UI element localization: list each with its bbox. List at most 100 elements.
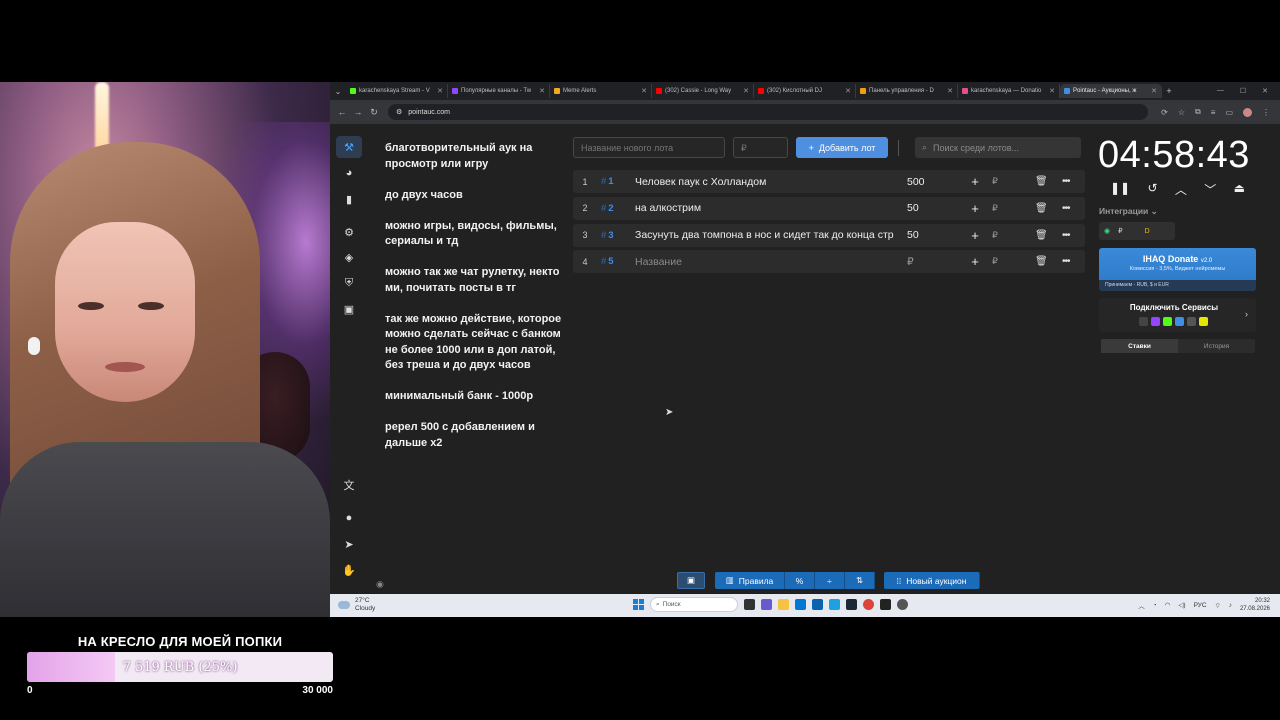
divide-icon[interactable]: ÷ xyxy=(815,572,845,589)
network-icon[interactable]: ◠ xyxy=(1165,601,1171,609)
history-icon[interactable]: ▣ xyxy=(336,298,362,320)
tab-close-icon[interactable]: ✕ xyxy=(845,87,851,95)
lot-name[interactable]: на алкострим xyxy=(635,202,905,214)
more-options-icon[interactable]: ••• xyxy=(1062,230,1070,241)
tab-close-icon[interactable]: ✕ xyxy=(437,87,443,95)
lot-amount[interactable]: 50 xyxy=(905,229,963,241)
github-icon[interactable]: ● xyxy=(336,507,362,529)
donationalerts-icon[interactable]: D xyxy=(1145,228,1150,235)
more-options-icon[interactable]: ••• xyxy=(1062,203,1070,214)
lot-search-input[interactable]: ⌕ Поиск среди лотов... xyxy=(915,137,1081,158)
browser-tab[interactable]: Pointauc - Аукционы, ж ✕ xyxy=(1060,84,1162,98)
shield-icon[interactable]: ⛨ xyxy=(336,272,362,294)
sort-icon[interactable]: ⇅ xyxy=(845,572,875,589)
more-options-icon[interactable]: ••• xyxy=(1062,256,1070,267)
taskbar-clock[interactable]: 20:32 27.08.2026 xyxy=(1240,597,1270,613)
wheel-icon[interactable]: ◕ xyxy=(336,162,362,184)
browser-tab[interactable]: Meme Alerts ✕ xyxy=(550,84,652,98)
ihaq-donate-card[interactable]: IHAQ Donate v2.0 Комиссия - 3,5%, Виджет… xyxy=(1099,248,1256,291)
tab-history[interactable]: История xyxy=(1178,339,1255,353)
speaker-icon[interactable]: ♪ xyxy=(1229,602,1232,609)
reading-list-icon[interactable]: ≡ xyxy=(1211,108,1216,117)
settings-gear-icon[interactable]: ⚙ xyxy=(336,221,362,243)
connect-services-card[interactable]: Подключить Сервисы › xyxy=(1099,298,1256,332)
eye-icon[interactable]: ◉ xyxy=(376,579,384,590)
profile-avatar[interactable] xyxy=(1243,107,1252,117)
wifi-icon[interactable]: ⌔ xyxy=(1215,601,1221,610)
browser-tab[interactable]: Панель управления - D ✕ xyxy=(856,84,958,98)
forward-icon[interactable]: → xyxy=(350,107,366,117)
telegram-icon[interactable]: ➤ xyxy=(336,533,362,555)
browser-tab[interactable]: (302) Cassie - Long Way ✕ xyxy=(652,84,754,98)
time-down-icon[interactable]: ﹀ xyxy=(1204,181,1216,198)
add-amount-icon[interactable]: + xyxy=(965,254,985,269)
layers-icon[interactable]: ◈ xyxy=(336,246,362,268)
browser-menu-icon[interactable]: ⋮ xyxy=(1262,108,1270,117)
taskbar-search[interactable]: ⌕ Поиск xyxy=(650,597,738,612)
lot-name[interactable]: Человек паук с Холландом xyxy=(635,176,905,188)
lot-row[interactable]: 4 #5 Название ₽ + ₽ 🗑 ••• xyxy=(573,250,1085,274)
site-info-icon[interactable]: ⚙ xyxy=(396,108,402,116)
trash-icon[interactable]: 🗑 xyxy=(1035,256,1048,267)
file-explorer-icon[interactable] xyxy=(778,599,789,610)
weather-widget[interactable]: 27°C Cloudy xyxy=(338,597,375,613)
add-lot-button[interactable]: + Добавить лот xyxy=(796,137,888,158)
tab-close-icon[interactable]: ✕ xyxy=(641,87,647,95)
lot-row[interactable]: 1 #1 Человек паук с Холландом 500 + ₽ 🗑 ••• xyxy=(573,170,1085,193)
back-icon[interactable]: ← xyxy=(334,107,350,117)
integrations-dropdown[interactable]: Интеграции ⌄ xyxy=(1099,206,1158,217)
new-auction-button[interactable]: ⁞⁞ Новый аукцион xyxy=(884,572,980,589)
browser-tab[interactable]: karachenskaya Stream - V ✕ xyxy=(346,84,448,98)
tab-close-icon[interactable]: ✕ xyxy=(743,87,749,95)
add-amount-icon[interactable]: + xyxy=(965,228,985,243)
time-up-icon[interactable]: ︿ xyxy=(1175,181,1187,198)
tab-close-icon[interactable]: ✕ xyxy=(947,87,953,95)
store-icon[interactable] xyxy=(795,599,806,610)
new-lot-name-input[interactable] xyxy=(573,137,725,158)
url-field[interactable]: ⚙ pointauc.com xyxy=(388,104,1148,120)
auction-icon[interactable]: ⚒ xyxy=(336,136,362,158)
app-icon-2[interactable] xyxy=(897,599,908,610)
lot-row[interactable]: 2 #2 на алкострим 50 + ₽ 🗑 ••• xyxy=(573,196,1085,220)
steam-icon[interactable] xyxy=(846,599,857,610)
lot-amount[interactable]: 500 xyxy=(905,176,963,188)
chrome-icon[interactable] xyxy=(863,599,874,610)
time-max-icon[interactable]: ⏏ xyxy=(1234,181,1245,198)
volume-icon[interactable]: ◁) xyxy=(1178,601,1185,609)
trash-icon[interactable]: 🗑 xyxy=(1035,176,1048,187)
sidebar-icon[interactable]: ▭ xyxy=(1225,108,1233,117)
lot-name[interactable]: Название xyxy=(635,256,905,268)
stats-icon[interactable]: ▮ xyxy=(336,188,362,210)
language-indicator[interactable]: РУС xyxy=(1194,602,1207,609)
tray-chevron-icon[interactable]: ︿ xyxy=(1138,600,1145,610)
tab-close-icon[interactable]: ✕ xyxy=(1049,87,1055,95)
outlook-icon[interactable] xyxy=(812,599,823,610)
bookmark-star-icon[interactable]: ☆ xyxy=(1178,108,1185,117)
translate-icon[interactable]: ⟳ xyxy=(1161,108,1168,117)
percent-icon[interactable]: % xyxy=(785,572,815,589)
add-amount-icon[interactable]: + xyxy=(965,174,985,189)
reset-icon[interactable]: ↺ xyxy=(1147,181,1157,198)
add-amount-icon[interactable]: + xyxy=(965,201,985,216)
windows-start-icon[interactable] xyxy=(633,599,644,610)
browser-tab[interactable]: (302) Кислотный DJ ✕ xyxy=(754,84,856,98)
rules-button[interactable]: ▥ Правила xyxy=(715,572,785,589)
pause-icon[interactable]: ❚❚ xyxy=(1110,181,1130,198)
lot-amount[interactable]: 50 xyxy=(905,202,963,214)
extensions-icon[interactable]: ⧉ xyxy=(1195,107,1201,117)
translate-language-icon[interactable]: 文 xyxy=(336,474,362,496)
edge-icon[interactable] xyxy=(829,599,840,610)
app-icon-1[interactable] xyxy=(761,599,772,610)
new-lot-price-input[interactable] xyxy=(733,137,788,158)
browser-tab[interactable]: karachenskaya — Donatio ✕ xyxy=(958,84,1060,98)
minimize-icon[interactable]: — xyxy=(1217,87,1224,95)
browser-tab[interactable]: Популярные каналы - Tw ✕ xyxy=(448,84,550,98)
tab-bets[interactable]: Ставки xyxy=(1101,339,1178,353)
tray-app-icon[interactable]: ◔ xyxy=(1153,602,1157,609)
maximize-icon[interactable]: ☐ xyxy=(1240,87,1246,95)
obs-icon[interactable] xyxy=(880,599,891,610)
task-view-icon[interactable] xyxy=(744,599,755,610)
save-icon-button[interactable]: ▣ xyxy=(677,572,705,589)
close-window-icon[interactable]: ✕ xyxy=(1262,87,1268,95)
new-tab-icon[interactable]: + xyxy=(1162,86,1176,96)
